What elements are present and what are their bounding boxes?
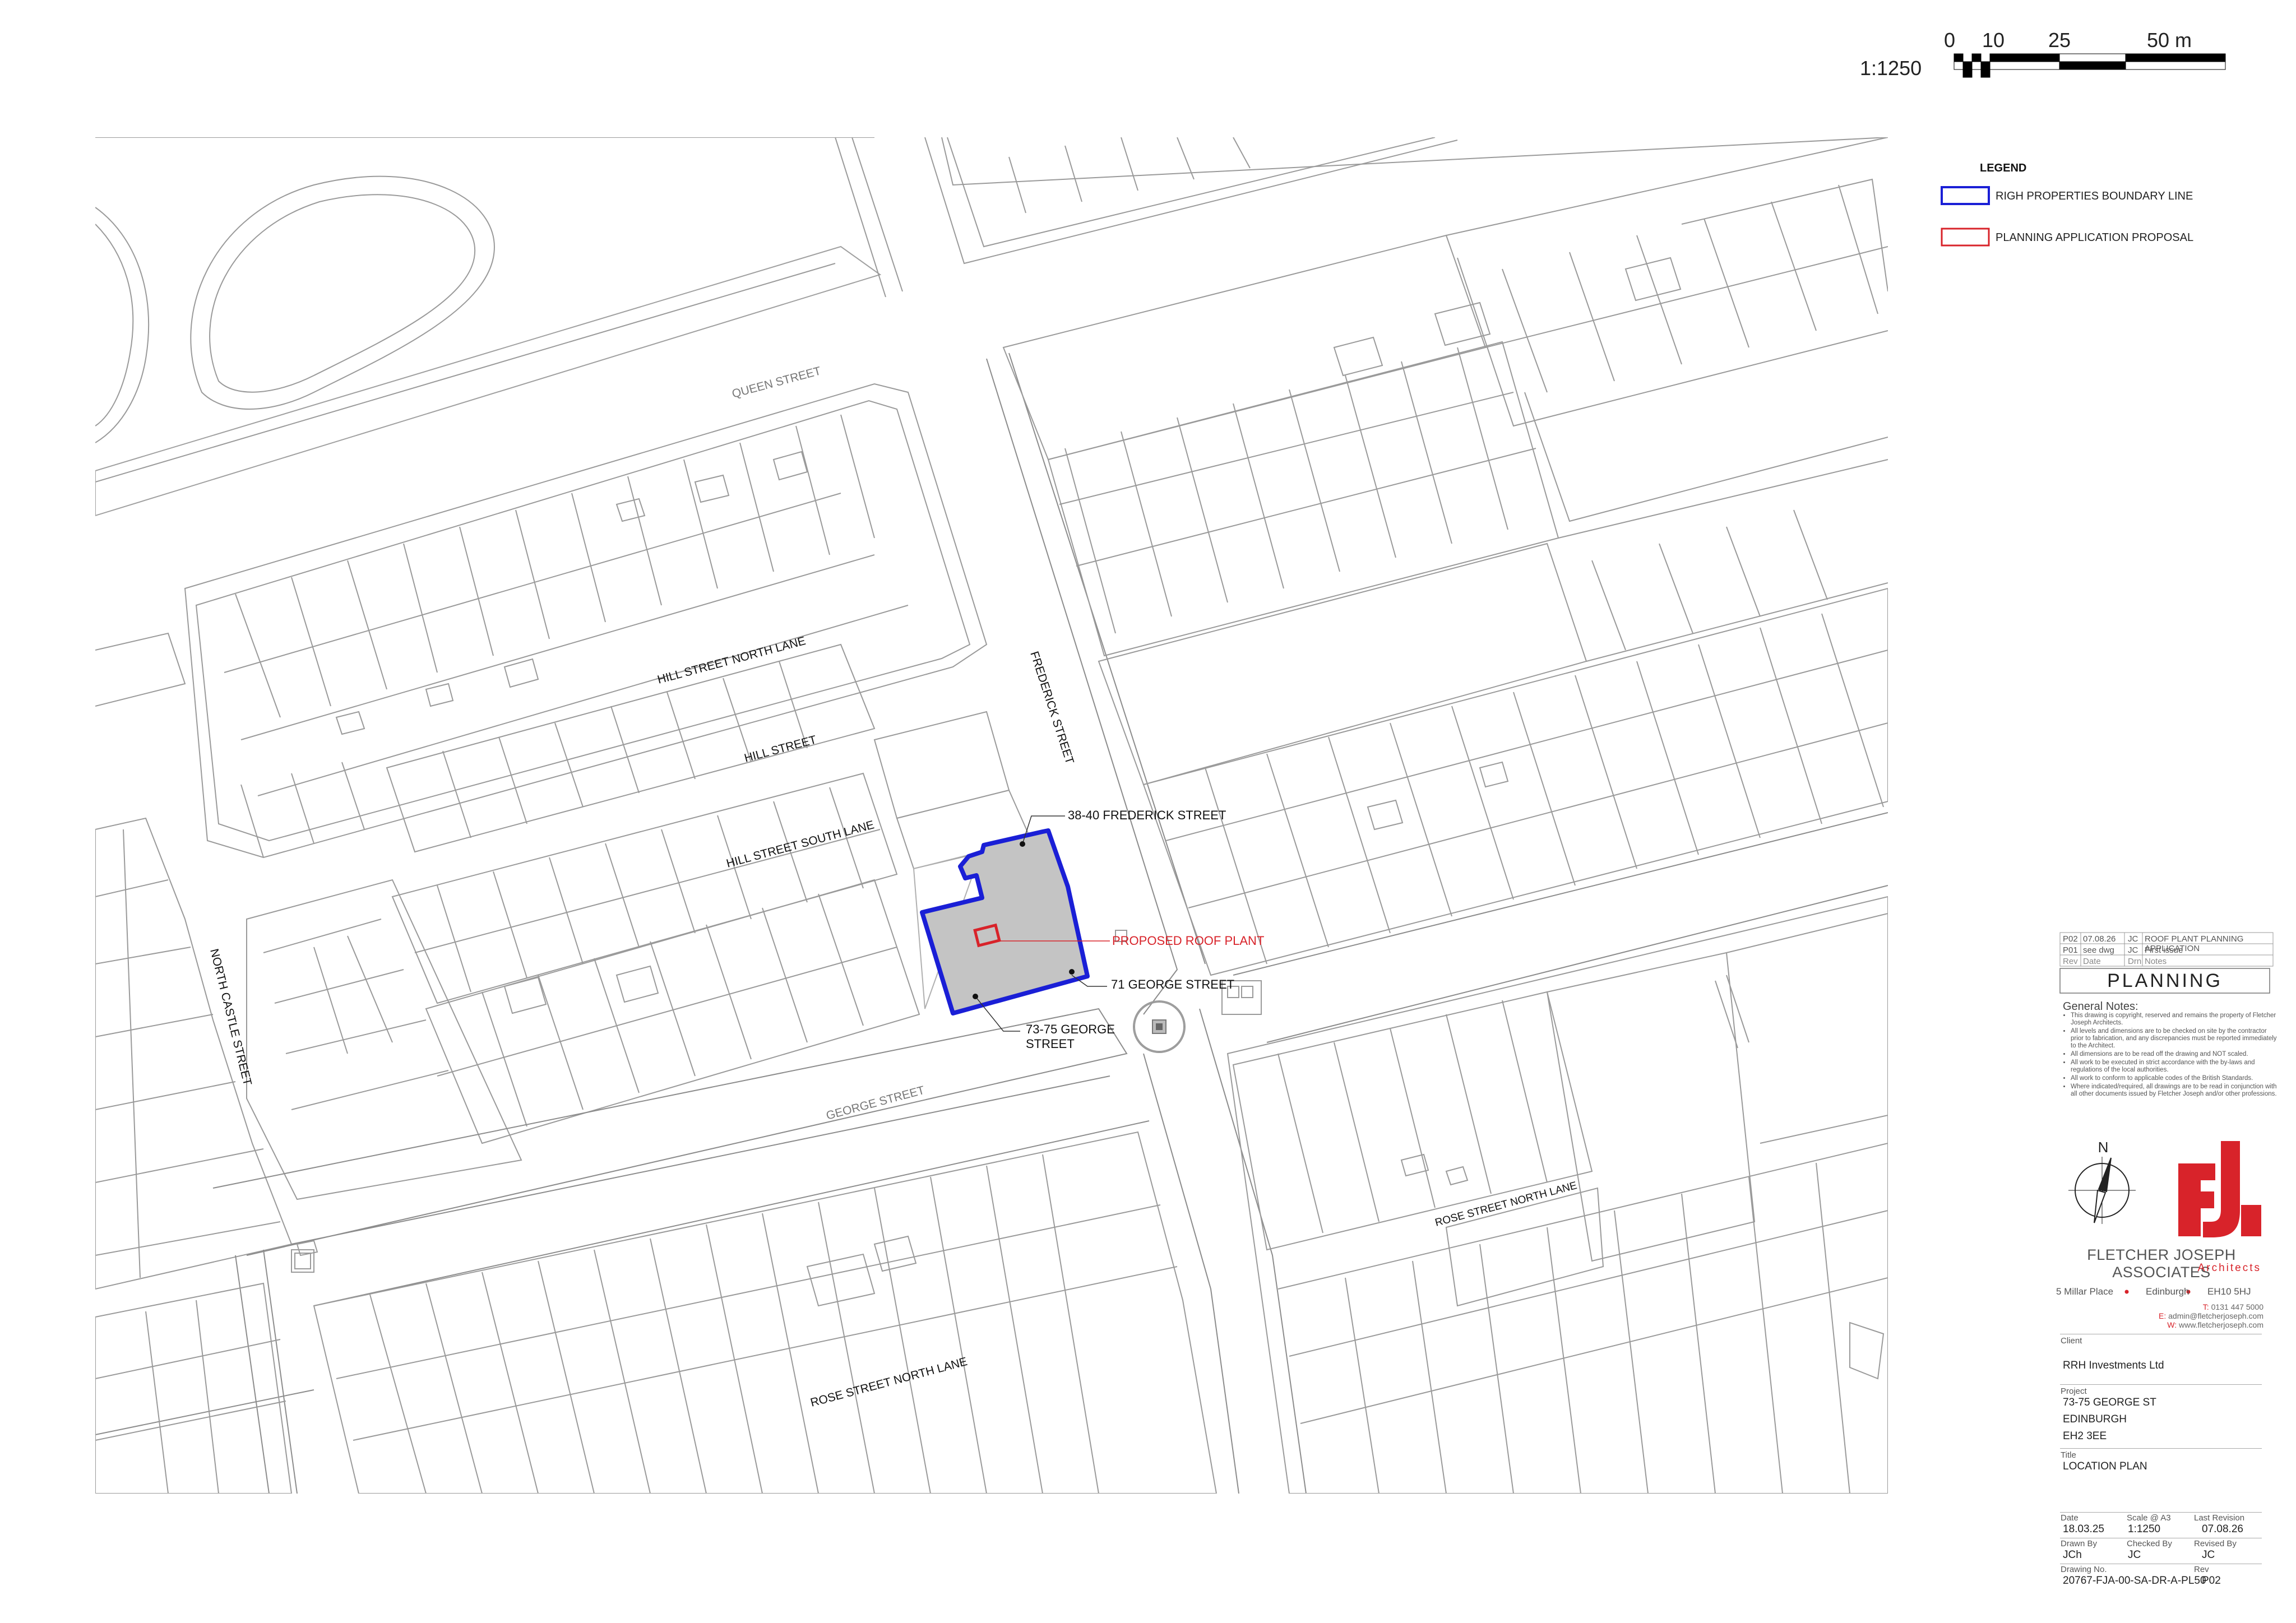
rev-row-1-date: 07.08.26 bbox=[2083, 934, 2116, 944]
legend-label-proposal: PLANNING APPLICATION PROPOSAL bbox=[1996, 231, 2193, 244]
general-notes-title: General Notes: bbox=[2063, 1000, 2138, 1013]
north-label: N bbox=[2098, 1139, 2109, 1156]
street-hill-south-lane: HILL STREET SOUTH LANE bbox=[725, 818, 876, 870]
rev-row-2-rev: P01 bbox=[2063, 945, 2078, 955]
project-line1: 73-75 GEORGE ST bbox=[2063, 1397, 2156, 1408]
general-note: All dimensions are to be read off the dr… bbox=[2071, 1051, 2278, 1058]
revised-value: JC bbox=[2202, 1549, 2215, 1561]
last-rev-value: 07.08.26 bbox=[2202, 1523, 2243, 1535]
scale-tick-10: 10 bbox=[1982, 29, 2005, 52]
checked-value: JC bbox=[2128, 1549, 2141, 1561]
fja-logo bbox=[2178, 1141, 2261, 1237]
scale-tick-25: 25 bbox=[2048, 29, 2071, 52]
revised-label: Revised By bbox=[2194, 1539, 2237, 1548]
rev-row-1-rev: P02 bbox=[2063, 934, 2078, 944]
general-note: All work to be executed in strict accord… bbox=[2071, 1059, 2278, 1074]
project-label: Project bbox=[2061, 1386, 2087, 1396]
street-rose-north-lane-west: ROSE STREET NORTH LANE bbox=[809, 1355, 969, 1409]
callout-73-75-george-2: STREET bbox=[1026, 1037, 1075, 1051]
callout-73-75-george-1: 73-75 GEORGE bbox=[1026, 1022, 1115, 1036]
firm-addr-street: 5 Millar Place bbox=[2056, 1286, 2114, 1297]
general-note: This drawing is copyright, reserved and … bbox=[2071, 1012, 2278, 1027]
firm-sub: Architects bbox=[2197, 1262, 2261, 1274]
scale-tick-50: 50 m bbox=[2147, 29, 2192, 52]
firm-addr-city: Edinburgh bbox=[2146, 1286, 2189, 1297]
block-north-castle-west bbox=[95, 817, 293, 1290]
status-planning: PLANNING bbox=[2107, 970, 2223, 991]
drawing-no-label: Drawing No. bbox=[2061, 1565, 2107, 1574]
client-value: RRH Investments Ltd bbox=[2063, 1360, 2164, 1371]
drawn-value: JCh bbox=[2063, 1549, 2082, 1561]
legend-swatch-boundary bbox=[1941, 186, 1990, 205]
map-area: 38-40 FREDERICK STREET PROPOSED ROOF PLA… bbox=[95, 137, 1888, 1494]
legend: LEGEND RIGH PROPERTIES BOUNDARY LINE PLA… bbox=[1941, 162, 2193, 247]
date-value: 18.03.25 bbox=[2063, 1523, 2104, 1535]
drawing-title: LOCATION PLAN bbox=[2063, 1460, 2147, 1472]
drawing-no-value: 20767-FJA-00-SA-DR-A-PL50 bbox=[2063, 1575, 2206, 1587]
scale-value: 1:1250 bbox=[2128, 1523, 2161, 1535]
general-note: All work to conform to applicable codes … bbox=[2071, 1075, 2278, 1082]
rev-value: P02 bbox=[2202, 1575, 2221, 1587]
block-george-north-west bbox=[246, 879, 920, 1200]
client-label: Client bbox=[2061, 1336, 2082, 1346]
street-frederick: FREDERICK STREET bbox=[1027, 650, 1076, 766]
firm-contacts: T: 0131 447 5000 E: admin@fletcherjoseph… bbox=[2136, 1302, 2263, 1329]
scale-tick-0: 0 bbox=[1944, 29, 1955, 52]
legend-title: LEGEND bbox=[1980, 162, 2026, 174]
rev-row-2-by: JC bbox=[2128, 945, 2138, 955]
scale-label: Scale @ A3 bbox=[2127, 1513, 2171, 1523]
north-arrow-icon bbox=[2068, 1157, 2136, 1224]
legend-swatch-proposal bbox=[1941, 228, 1990, 247]
general-note: Where indicated/required, all drawings a… bbox=[2071, 1083, 2278, 1098]
callout-71-george: 71 GEORGE STREET bbox=[1111, 977, 1234, 991]
block-queen-hill bbox=[184, 383, 988, 859]
firm-web: www.fletcherjoseph.com bbox=[2179, 1320, 2263, 1329]
last-rev-label: Last Revision bbox=[2194, 1513, 2245, 1523]
blocks-south-west bbox=[95, 1131, 1218, 1494]
firm-addr-postcode: EH10 5HJ bbox=[2207, 1286, 2251, 1297]
rev-row-1-by: JC bbox=[2128, 934, 2138, 944]
title-label: Title bbox=[2061, 1450, 2076, 1460]
firm-tel: 0131 447 5000 bbox=[2211, 1302, 2263, 1311]
firm-email: admin@fletcherjoseph.com bbox=[2168, 1311, 2263, 1320]
callout-38-40-frederick: 38-40 FREDERICK STREET bbox=[1068, 808, 1226, 822]
general-notes-list: This drawing is copyright, reserved and … bbox=[2063, 1012, 2278, 1099]
blocks-east-middle bbox=[1098, 459, 1888, 976]
date-label: Date bbox=[2061, 1513, 2079, 1523]
rev-header-date: Date bbox=[2083, 957, 2101, 966]
rev-row-2-date: see dwg bbox=[2083, 945, 2114, 955]
email-prefix: E: bbox=[2159, 1311, 2167, 1320]
project-line3: EH2 3EE bbox=[2063, 1430, 2107, 1442]
drawn-label: Drawn By bbox=[2061, 1539, 2098, 1548]
street-queen: QUEEN STREET bbox=[730, 364, 822, 401]
rev-label: Rev bbox=[2194, 1565, 2209, 1574]
location-plan-sheet: 1:1250 0 10 25 50 m LEGEND RIGH PROPERTI… bbox=[95, 29, 2274, 1494]
righ-boundary bbox=[920, 828, 1090, 1015]
callout-proposed-roof-plant: PROPOSED ROOF PLANT bbox=[1112, 934, 1264, 948]
rev-header-by: Drn bbox=[2128, 957, 2142, 966]
scale-ratio: 1:1250 bbox=[1860, 57, 1922, 80]
web-prefix: W: bbox=[2167, 1320, 2177, 1329]
project-line2: EDINBURGH bbox=[2063, 1413, 2127, 1425]
statue-circle bbox=[1133, 1000, 1186, 1053]
tel-prefix: T: bbox=[2202, 1302, 2209, 1311]
rev-header-notes: Notes bbox=[2145, 957, 2167, 966]
rev-row-2-notes: First issue bbox=[2145, 945, 2183, 955]
street-hill: HILL STREET bbox=[743, 733, 818, 764]
scale-bar: 1:1250 0 10 25 50 m bbox=[1860, 29, 2226, 80]
legend-label-boundary: RIGH PROPERTIES BOUNDARY LINE bbox=[1996, 190, 2193, 202]
general-note: All levels and dimensions are to be chec… bbox=[2071, 1028, 2278, 1050]
rev-header-rev: Rev bbox=[2063, 957, 2078, 966]
checked-label: Checked By bbox=[2127, 1539, 2172, 1548]
